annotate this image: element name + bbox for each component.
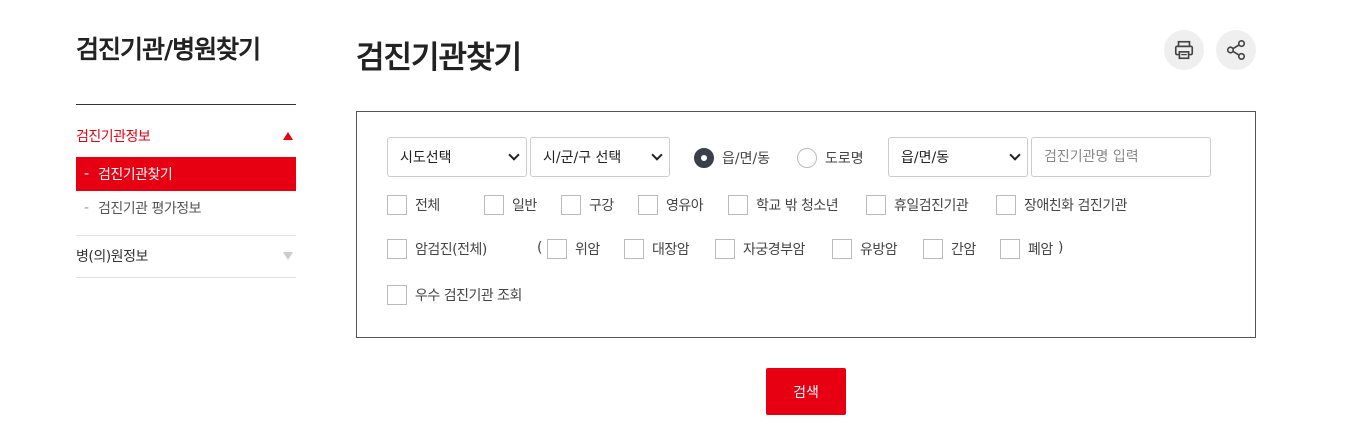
checkbox-label: 대장암 bbox=[652, 242, 690, 258]
checkbox-label: 구강 bbox=[589, 198, 614, 214]
checkbox-box[interactable] bbox=[638, 195, 658, 215]
checkbox-label: 장애친화 검진기관 bbox=[1024, 198, 1128, 214]
checkbox-box[interactable] bbox=[832, 239, 852, 259]
checkbox-all[interactable]: 전체 bbox=[387, 195, 440, 215]
checkbox-label: 위암 bbox=[575, 242, 600, 258]
checkbox-box[interactable] bbox=[728, 195, 748, 215]
sidebar-group-label: 병(의)원정보 bbox=[76, 249, 148, 265]
chevron-down-icon bbox=[508, 149, 520, 161]
sidebar-separator bbox=[76, 277, 296, 278]
page-title: 검진기관찾기 bbox=[356, 40, 522, 76]
checkbox-liver-cancer[interactable]: 간암 bbox=[923, 239, 976, 259]
paren-open: ( bbox=[537, 240, 543, 256]
radio-circle bbox=[694, 148, 714, 168]
sidebar-group-label: 검진기관정보 bbox=[76, 129, 151, 145]
sido-select[interactable]: 시도선택 bbox=[387, 137, 527, 177]
sigungu-select-value: 시/군/구 선택 bbox=[543, 150, 622, 166]
print-button[interactable] bbox=[1164, 30, 1204, 70]
sidebar-group-header-clinic-info[interactable]: 병(의)원정보 bbox=[76, 244, 296, 268]
sidebar-separator bbox=[76, 235, 296, 236]
checkbox-holiday-checkup[interactable]: 휴일검진기관 bbox=[866, 195, 969, 215]
checkbox-label: 우수 검진기관 조회 bbox=[415, 288, 522, 304]
checkbox-breast-cancer[interactable]: 유방암 bbox=[832, 239, 898, 259]
checkbox-box[interactable] bbox=[715, 239, 735, 259]
chevron-down-icon bbox=[1009, 149, 1021, 161]
checkbox-infant[interactable]: 영유아 bbox=[638, 195, 704, 215]
share-icon bbox=[1226, 40, 1246, 60]
checkbox-excellent-institution[interactable]: 우수 검진기관 조회 bbox=[387, 285, 522, 305]
radio-circle bbox=[797, 148, 817, 168]
checkbox-lung-cancer[interactable]: 폐암 bbox=[1000, 239, 1053, 259]
sidebar-item-checkup-evaluation[interactable]: - 검진기관 평가정보 bbox=[76, 191, 296, 225]
checkbox-box[interactable] bbox=[561, 195, 581, 215]
sido-select-value: 시도선택 bbox=[400, 150, 452, 166]
checkbox-box[interactable] bbox=[624, 239, 644, 259]
checkbox-box[interactable] bbox=[866, 195, 886, 215]
institution-name-input[interactable] bbox=[1031, 137, 1211, 177]
checkbox-out-of-school-youth[interactable]: 학교 밖 청소년 bbox=[728, 195, 839, 215]
checkbox-oral[interactable]: 구강 bbox=[561, 195, 614, 215]
checkbox-disability-friendly[interactable]: 장애친화 검진기관 bbox=[996, 195, 1128, 215]
sidebar-title: 검진기관/병원찾기 bbox=[76, 35, 261, 64]
sidebar-item-label: 검진기관 평가정보 bbox=[98, 201, 202, 217]
checkbox-box[interactable] bbox=[547, 239, 567, 259]
sigungu-select[interactable]: 시/군/구 선택 bbox=[530, 137, 670, 177]
sidebar-group-clinic-info: 병(의)원정보 bbox=[76, 244, 296, 268]
checkbox-label: 영유아 bbox=[666, 198, 704, 214]
paren-close: ) bbox=[1058, 240, 1064, 256]
checkbox-box[interactable] bbox=[387, 285, 407, 305]
checkbox-label: 일반 bbox=[512, 198, 537, 214]
sidebar-divider bbox=[76, 104, 296, 105]
dong-select-value: 읍/면/동 bbox=[901, 150, 950, 166]
dong-select[interactable]: 읍/면/동 bbox=[888, 137, 1028, 177]
search-button[interactable]: 검색 bbox=[766, 368, 846, 415]
radio-label: 도로명 bbox=[825, 151, 864, 167]
dash-bullet: - bbox=[84, 166, 89, 182]
checkbox-box[interactable] bbox=[484, 195, 504, 215]
checkbox-label: 유방암 bbox=[860, 242, 898, 258]
radio-label: 읍/면/동 bbox=[722, 151, 771, 167]
checkbox-general[interactable]: 일반 bbox=[484, 195, 537, 215]
print-icon bbox=[1174, 40, 1194, 60]
checkbox-cervical-cancer[interactable]: 자궁경부암 bbox=[715, 239, 805, 259]
checkbox-label: 휴일검진기관 bbox=[894, 198, 969, 214]
checkbox-label: 간암 bbox=[951, 242, 976, 258]
checkbox-box[interactable] bbox=[923, 239, 943, 259]
checkbox-label: 학교 밖 청소년 bbox=[756, 198, 839, 214]
checkbox-label: 암검진(전체) bbox=[415, 242, 487, 258]
checkbox-label: 폐암 bbox=[1028, 242, 1053, 258]
caret-up-icon bbox=[283, 132, 293, 140]
sidebar-item-label: 검진기관찾기 bbox=[98, 167, 173, 183]
sidebar-item-find-checkup-center[interactable]: - 검진기관찾기 bbox=[76, 157, 296, 191]
checkbox-stomach-cancer[interactable]: 위암 bbox=[547, 239, 600, 259]
checkbox-box[interactable] bbox=[387, 195, 407, 215]
caret-down-icon bbox=[283, 252, 293, 260]
share-button[interactable] bbox=[1216, 30, 1256, 70]
search-form: 시도선택 시/군/구 선택 읍/면/동 도로명 읍/면/동 전체 일반 구강 영… bbox=[356, 111, 1256, 338]
radio-address-dong[interactable]: 읍/면/동 bbox=[694, 148, 770, 168]
checkbox-box[interactable] bbox=[996, 195, 1016, 215]
sidebar-group-header-checkup-info[interactable]: 검진기관정보 bbox=[76, 124, 296, 148]
chevron-down-icon bbox=[651, 149, 663, 161]
checkbox-box[interactable] bbox=[387, 239, 407, 259]
radio-address-road[interactable]: 도로명 bbox=[797, 148, 864, 168]
checkbox-colorectal-cancer[interactable]: 대장암 bbox=[624, 239, 690, 259]
checkbox-box[interactable] bbox=[1000, 239, 1020, 259]
checkbox-cancer-all[interactable]: 암검진(전체) bbox=[387, 239, 487, 259]
checkbox-label: 자궁경부암 bbox=[743, 242, 805, 258]
sidebar-group-checkup-info: 검진기관정보 - 검진기관찾기 - 검진기관 평가정보 bbox=[76, 124, 296, 225]
dash-bullet: - bbox=[84, 200, 89, 216]
checkbox-label: 전체 bbox=[415, 198, 440, 214]
